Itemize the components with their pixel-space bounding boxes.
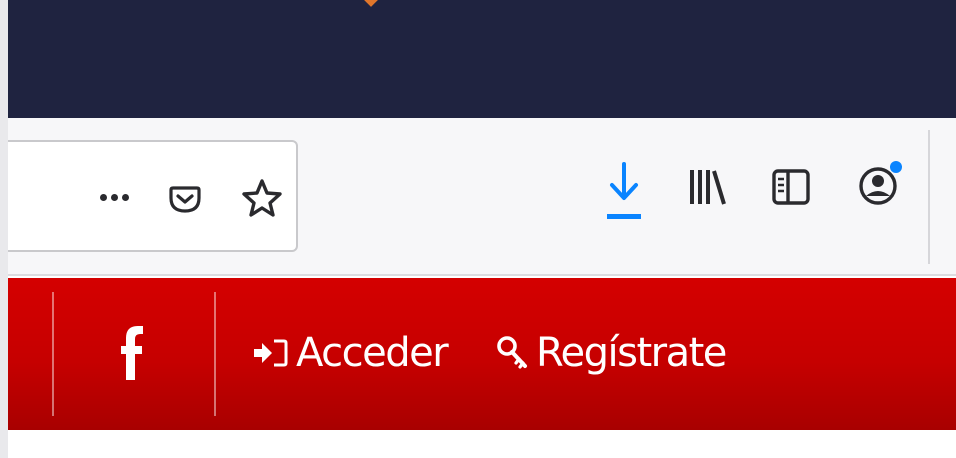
sidebar-icon[interactable]: [768, 164, 814, 210]
browser-window: Acceder Regístrate: [0, 0, 956, 458]
login-link[interactable]: Acceder: [252, 328, 449, 378]
register-link[interactable]: Regístrate: [496, 328, 727, 378]
tab-indicator: [361, 0, 381, 7]
header-divider: [52, 292, 54, 416]
page-content: [8, 430, 956, 458]
library-icon[interactable]: [684, 164, 730, 210]
account-icon[interactable]: [854, 158, 906, 210]
toolbar-border: [8, 274, 956, 276]
sign-in-icon: [254, 339, 288, 367]
pocket-icon[interactable]: [166, 180, 204, 218]
window-edge: [0, 0, 8, 458]
navigation-toolbar: [8, 118, 956, 276]
site-header-bar: Acceder Regístrate: [8, 278, 956, 430]
header-divider: [214, 292, 216, 416]
key-icon: [497, 336, 527, 369]
url-bar[interactable]: [8, 140, 298, 252]
toolbar-divider: [928, 130, 930, 264]
login-label: Acceder: [296, 330, 449, 376]
bookmark-star-icon[interactable]: [240, 176, 284, 220]
more-icon[interactable]: [92, 180, 136, 214]
register-label: Regístrate: [536, 330, 727, 376]
title-bar: [8, 0, 956, 118]
facebook-icon[interactable]: [118, 322, 146, 382]
download-icon[interactable]: [604, 158, 644, 228]
